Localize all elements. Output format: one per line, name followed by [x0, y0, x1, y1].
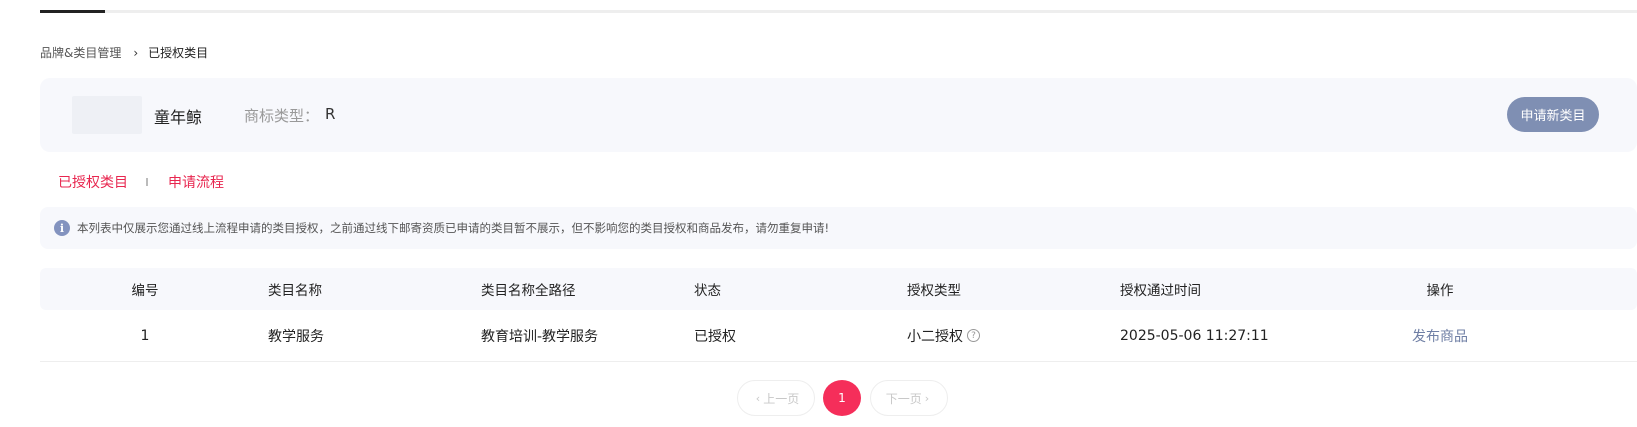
- tab-authorized-categories[interactable]: 已授权类目: [58, 172, 128, 192]
- row-auth-time: 2025-05-06 11:27:11: [1120, 327, 1269, 344]
- top-progress-track: [40, 10, 1637, 13]
- table-row: 1 教学服务 教育培训-教学服务 已授权 小二授权 ? 2025-05-06 1…: [40, 310, 1637, 362]
- brand-logo: [72, 96, 142, 134]
- brand-info-card: 童年鲸 商标类型： R 申请新类目: [40, 78, 1637, 152]
- row-category-name: 教学服务: [268, 328, 324, 345]
- row-full-path: 教育培训-教学服务: [481, 328, 599, 345]
- row-auth-type-cell: 小二授权 ?: [907, 310, 980, 361]
- breadcrumb-brand-category-management[interactable]: 品牌&类目管理: [40, 44, 121, 61]
- prev-page-button[interactable]: ‹ 上一页: [737, 380, 815, 416]
- pagination: ‹ 上一页 1 下一页 ›: [0, 380, 1637, 416]
- next-page-button[interactable]: 下一页 ›: [870, 380, 948, 416]
- column-header-auth-time: 授权通过时间: [1120, 283, 1201, 299]
- publish-product-label[interactable]: 发布商品: [1412, 326, 1468, 346]
- row-status: 已授权: [694, 328, 736, 345]
- question-mark-icon[interactable]: ?: [967, 329, 980, 342]
- trademark-type-value: R: [325, 105, 336, 123]
- notice-text: 本列表中仅展示您通过线上流程申请的类目授权，之前通过线下邮寄资质已申请的类目暂不…: [77, 221, 830, 235]
- column-header-full-path: 类目名称全路径: [481, 283, 576, 299]
- breadcrumb: 品牌&类目管理 › 已授权类目: [40, 44, 208, 61]
- row-auth-type: 小二授权: [907, 328, 963, 345]
- row-id: 1: [140, 327, 150, 344]
- chevron-right-icon: ›: [924, 391, 930, 405]
- page-number-button[interactable]: 1: [823, 380, 861, 416]
- authorized-category-table: 编号 类目名称 类目名称全路径 状态 授权类型 授权通过时间 操作 1 教学服务…: [40, 268, 1637, 362]
- top-progress-indicator: [40, 10, 105, 13]
- brand-name: 童年鲸: [154, 108, 203, 127]
- column-header-actions: 操作: [1426, 283, 1454, 299]
- table-header: 编号 类目名称 类目名称全路径 状态 授权类型 授权通过时间 操作: [40, 268, 1637, 310]
- apply-new-category-button[interactable]: 申请新类目: [1507, 97, 1599, 132]
- tab-bar: 已授权类目 申请流程: [58, 172, 224, 192]
- column-header-status: 状态: [694, 283, 721, 299]
- column-header-auth-type: 授权类型: [907, 283, 961, 299]
- tab-divider: [146, 178, 148, 186]
- column-header-id: 编号: [131, 283, 159, 299]
- prev-page-label: 上一页: [763, 391, 800, 406]
- trademark-type-label: 商标类型：: [244, 107, 320, 125]
- breadcrumb-current: 已授权类目: [148, 46, 209, 60]
- breadcrumb-chevron-icon: ›: [133, 45, 139, 60]
- chevron-left-icon: ‹: [755, 391, 761, 405]
- tab-application-process[interactable]: 申请流程: [168, 172, 224, 192]
- info-icon: i: [54, 220, 70, 236]
- publish-product-link[interactable]: 发布商品: [1400, 310, 1480, 361]
- next-page-label: 下一页: [885, 391, 922, 406]
- column-header-category-name: 类目名称: [268, 283, 322, 299]
- notice-banner: i 本列表中仅展示您通过线上流程申请的类目授权，之前通过线下邮寄资质已申请的类目…: [40, 207, 1637, 249]
